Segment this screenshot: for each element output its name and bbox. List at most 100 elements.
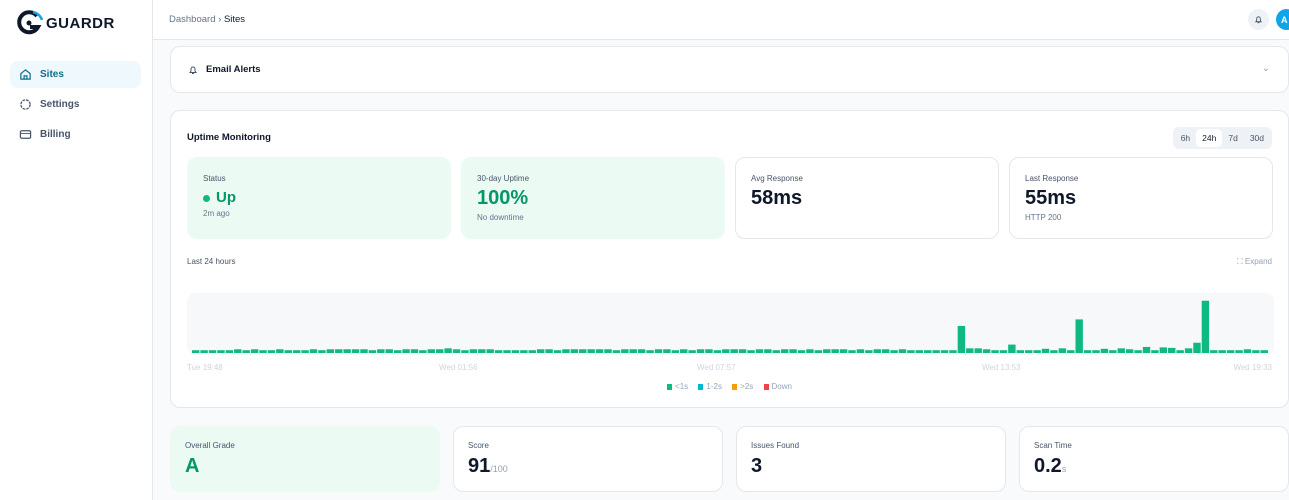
x-tick: Wed 13:53 — [982, 363, 1021, 372]
chart-bar — [284, 350, 292, 353]
brand-logo[interactable]: GUARDR — [16, 10, 115, 36]
chart-bar — [780, 349, 789, 353]
chart-bar — [839, 349, 848, 353]
sidebar-item-billing[interactable]: Billing — [10, 121, 141, 148]
email-alerts-panel[interactable]: Email Alerts ⌄ — [170, 46, 1289, 93]
chart-bar — [604, 349, 612, 353]
chart-bar — [520, 350, 528, 353]
avg-response-card: Avg Response 58ms — [735, 157, 999, 239]
chart-bar — [966, 348, 974, 353]
bell-icon — [189, 66, 197, 74]
chart-bar — [991, 350, 999, 353]
chart-bar — [545, 349, 553, 353]
chart-bar — [368, 350, 377, 353]
chart-bar — [200, 350, 208, 353]
chart-bar — [562, 349, 570, 353]
chart-bar — [612, 350, 621, 353]
stat-value: 55ms — [1025, 187, 1077, 209]
chart-bar — [671, 350, 680, 353]
bell-icon — [1254, 16, 1263, 24]
uptime-card: 30-day Uptime 100% No downtime — [461, 157, 725, 239]
chart-bar — [932, 350, 940, 353]
chart-bar — [1168, 347, 1176, 353]
chart-bar — [848, 350, 856, 353]
chart-bar — [629, 349, 637, 353]
chart-bar — [208, 350, 217, 353]
stat-value: 3 — [751, 455, 763, 477]
chart-bar — [924, 350, 932, 353]
notifications-button[interactable] — [1248, 9, 1269, 30]
chart-bar — [890, 350, 898, 353]
chart-bar — [1184, 348, 1193, 353]
range-30d[interactable]: 30d — [1244, 129, 1270, 147]
breadcrumb: Dashboard › Sites — [169, 14, 246, 25]
sidebar-item-label: Billing — [40, 129, 71, 140]
chart-bar — [326, 349, 335, 353]
x-tick: Wed 07:57 — [697, 363, 736, 372]
chart-bar — [267, 350, 276, 353]
chart-bar — [250, 349, 259, 353]
chart-bar — [1151, 350, 1159, 353]
stat-sub: 2m ago — [203, 209, 230, 218]
chart-bar — [570, 349, 579, 353]
sidebar-item-settings[interactable]: Settings — [10, 91, 141, 118]
credit-card-icon — [19, 130, 32, 139]
chart-bar — [1008, 344, 1016, 353]
chart-legend: <1s 1-2s >2s Down — [171, 382, 1288, 391]
range-7d[interactable]: 7d — [1222, 129, 1243, 147]
chart-bar — [1210, 350, 1218, 353]
chart-bar — [393, 350, 402, 353]
chart-bar — [377, 349, 385, 353]
stat-label: Last Response — [1025, 174, 1079, 183]
chart-bar — [242, 350, 250, 353]
status-dot — [203, 194, 210, 202]
chart-bar — [276, 349, 284, 353]
legend-item: <1s — [667, 382, 688, 391]
chart-bar — [1075, 319, 1083, 353]
chart-bar — [755, 349, 764, 353]
range-24h[interactable]: 24h — [1196, 129, 1223, 147]
chart-bar — [999, 350, 1008, 353]
uptime-title: Uptime Monitoring — [187, 132, 271, 143]
chart-bar — [806, 349, 814, 353]
chart-bar — [1243, 349, 1252, 353]
chart-bar — [1033, 350, 1041, 353]
chart-bar — [722, 349, 730, 353]
chart-bar — [663, 349, 671, 353]
sidebar-item-sites[interactable]: Sites — [10, 61, 141, 88]
time-range-selector: 6h 24h 7d 30d — [1172, 127, 1272, 149]
chart-bar — [915, 350, 924, 353]
chart-bar — [402, 349, 410, 353]
chart-bar — [940, 350, 949, 353]
chart-bar — [621, 349, 629, 353]
chart-bar — [713, 350, 722, 353]
chart-bar — [436, 349, 444, 353]
breadcrumb-dashboard[interactable]: Dashboard — [169, 14, 215, 25]
avatar[interactable]: A — [1276, 9, 1289, 30]
chart-bar — [823, 349, 831, 353]
chart-bar — [747, 350, 755, 353]
chart-bar — [1016, 350, 1024, 353]
expand-button[interactable]: ⛶ Expand — [1237, 257, 1272, 267]
chart-bar — [1142, 346, 1151, 353]
chart-bar — [360, 349, 368, 353]
chart-bar — [385, 349, 393, 353]
legend-item: Down — [763, 382, 792, 391]
chart-bar — [974, 348, 982, 353]
chart-bar — [1067, 350, 1075, 353]
chart-bar — [444, 348, 452, 353]
chart-bar — [192, 350, 200, 353]
expand-icon: ⛶ — [1237, 257, 1245, 266]
chart-bar — [301, 350, 309, 353]
chart-bar — [595, 349, 604, 353]
chart-bar — [478, 349, 486, 353]
chart-bar — [764, 349, 772, 353]
sidebar-item-label: Settings — [40, 99, 80, 110]
stat-label: Issues Found — [751, 441, 800, 450]
home-icon — [20, 69, 31, 80]
range-6h[interactable]: 6h — [1175, 129, 1196, 147]
chart-bar — [419, 350, 427, 353]
scan-time-card: Scan Time 0.2s — [1019, 426, 1289, 492]
chevron-down-icon[interactable]: ⌄ — [1262, 63, 1270, 74]
chart-caption: Last 24 hours — [187, 257, 236, 266]
